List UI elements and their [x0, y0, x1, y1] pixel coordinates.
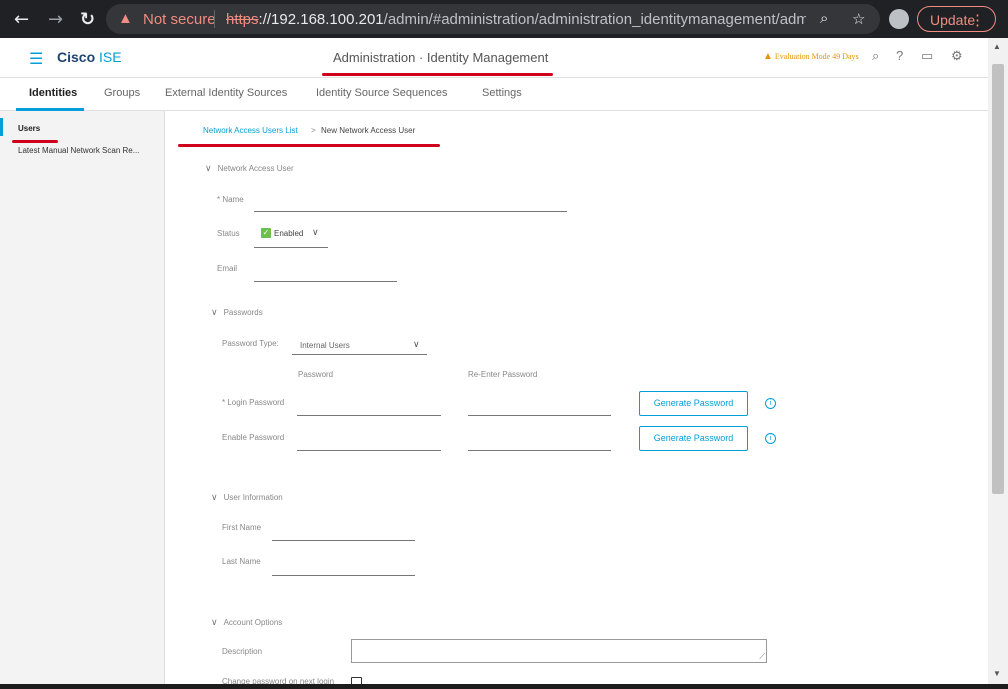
- reenter-password-column-header: Re-Enter Password: [468, 370, 538, 379]
- url-scheme: https: [226, 11, 259, 28]
- chevron-down-icon: ∨: [205, 163, 212, 173]
- url-path: /admin/#administration/administration_id…: [383, 11, 806, 28]
- url-text[interactable]: https://192.168.100.201/admin/#administr…: [226, 11, 806, 28]
- section-network-access-user[interactable]: ∨ Network Access User: [205, 163, 294, 174]
- chevron-down-icon: ∨: [413, 339, 420, 349]
- section-heading: Passwords: [223, 308, 263, 317]
- generate-login-password-button[interactable]: Generate Password: [639, 391, 748, 416]
- email-input[interactable]: [254, 266, 397, 282]
- page-scrollbar[interactable]: ▲ ▼: [988, 38, 1008, 689]
- hamburger-menu-icon[interactable]: ☰: [29, 49, 43, 69]
- name-input[interactable]: [254, 196, 567, 212]
- update-label: Update: [930, 12, 976, 28]
- name-label: * Name: [217, 195, 244, 204]
- enable-password-reenter-input[interactable]: [468, 435, 611, 451]
- sidebar-item-network-scan[interactable]: Latest Manual Network Scan Re...: [18, 146, 139, 155]
- chevron-down-icon: ∨: [211, 492, 218, 502]
- address-bar[interactable]: ▲ Not secure https://192.168.100.201/adm…: [106, 4, 880, 34]
- description-label: Description: [222, 647, 263, 656]
- resize-grip-icon[interactable]: ⟋: [759, 652, 765, 662]
- section-user-information[interactable]: ∨ User Information: [211, 492, 283, 503]
- app-header: ☰ Cisco ISE Administration · Identity Ma…: [0, 38, 988, 78]
- first-name-input[interactable]: [272, 525, 415, 541]
- last-name-label: Last Name: [222, 557, 261, 566]
- annotation-underline-title: [322, 73, 553, 76]
- menu-dots-icon: ⋮: [970, 12, 985, 29]
- tab-identities[interactable]: Identities: [29, 87, 77, 99]
- sidebar: Users Latest Manual Network Scan Re...: [0, 111, 165, 689]
- tab-bar: Identities Groups External Identity Sour…: [0, 78, 988, 111]
- help-icon[interactable]: ?: [896, 48, 903, 63]
- address-divider: [214, 10, 215, 28]
- section-account-options[interactable]: ∨ Account Options: [211, 617, 282, 628]
- generate-enable-password-button[interactable]: Generate Password: [639, 426, 748, 451]
- not-secure-label: Not secure: [143, 11, 216, 28]
- browser-toolbar: ← → ↻ ▲ Not secure https://192.168.100.2…: [0, 0, 1008, 38]
- section-heading: User Information: [223, 493, 283, 502]
- zoom-icon[interactable]: ⌕: [820, 10, 828, 27]
- brand-logo[interactable]: Cisco ISE: [57, 49, 122, 65]
- breadcrumb-current: New Network Access User: [321, 126, 416, 135]
- password-type-label: Password Type:: [222, 339, 279, 348]
- reload-icon[interactable]: ↻: [80, 9, 95, 30]
- update-button[interactable]: Update ⋮: [917, 6, 996, 32]
- tab-settings[interactable]: Settings: [482, 87, 522, 99]
- search-icon[interactable]: ⌕: [872, 48, 879, 64]
- dashboard-icon[interactable]: ▭: [921, 48, 933, 64]
- profile-avatar[interactable]: [889, 9, 909, 29]
- first-name-label: First Name: [222, 523, 262, 532]
- section-passwords[interactable]: ∨ Passwords: [211, 307, 263, 318]
- bookmark-star-icon[interactable]: ☆: [852, 10, 865, 28]
- info-icon[interactable]: i: [765, 433, 776, 444]
- annotation-underline-breadcrumb: [178, 144, 440, 147]
- url-host: ://192.168.100.201: [258, 11, 384, 28]
- password-type-value: Internal Users: [300, 341, 350, 350]
- back-arrow-icon[interactable]: ←: [14, 9, 29, 30]
- tab-external-identity-sources[interactable]: External Identity Sources: [165, 87, 287, 99]
- check-icon: ✓: [261, 228, 271, 238]
- chevron-down-icon: ∨: [312, 227, 319, 237]
- login-password-label: * Login Password: [222, 398, 285, 407]
- evaluation-text: Evaluation Mode 49 Days: [774, 52, 859, 61]
- status-value: Enabled: [274, 229, 304, 238]
- email-label: Email: [217, 264, 238, 273]
- login-password-input[interactable]: [297, 400, 441, 416]
- chevron-down-icon: ∨: [211, 307, 218, 317]
- brand-primary: Cisco: [57, 49, 96, 65]
- breadcrumb-link[interactable]: Network Access Users List: [203, 126, 298, 135]
- tab-groups[interactable]: Groups: [104, 87, 140, 99]
- info-icon[interactable]: i: [765, 398, 776, 409]
- warning-triangle-icon: ▲: [763, 51, 773, 62]
- login-password-reenter-input[interactable]: [468, 400, 611, 416]
- gear-icon[interactable]: ⚙: [951, 48, 963, 64]
- sidebar-item-users[interactable]: Users: [18, 124, 40, 133]
- enable-password-label: Enable Password: [222, 433, 285, 442]
- breadcrumb-separator: >: [311, 126, 316, 135]
- annotation-underline-users: [12, 140, 58, 143]
- section-heading: Network Access User: [217, 164, 294, 173]
- warning-icon: ▲: [118, 10, 133, 27]
- scroll-thumb[interactable]: [992, 64, 1004, 494]
- sidebar-active-indicator: [0, 118, 3, 136]
- description-textarea[interactable]: ⟋: [351, 639, 767, 663]
- page-title: Administration · Identity Management: [333, 50, 549, 65]
- password-column-header: Password: [298, 370, 334, 379]
- section-heading: Account Options: [223, 618, 283, 627]
- tab-identity-source-sequences[interactable]: Identity Source Sequences: [316, 87, 447, 99]
- forward-arrow-icon[interactable]: →: [48, 9, 63, 30]
- enable-password-input[interactable]: [297, 435, 441, 451]
- scroll-down-arrow-icon[interactable]: ▼: [993, 669, 1001, 678]
- taskbar-strip: [0, 684, 1008, 689]
- chevron-down-icon: ∨: [211, 617, 218, 627]
- scroll-up-arrow-icon[interactable]: ▲: [993, 42, 1001, 51]
- last-name-input[interactable]: [272, 560, 415, 576]
- brand-secondary: ISE: [99, 49, 122, 65]
- evaluation-badge[interactable]: ▲ Evaluation Mode 49 Days: [763, 51, 859, 62]
- status-label: Status: [217, 229, 240, 238]
